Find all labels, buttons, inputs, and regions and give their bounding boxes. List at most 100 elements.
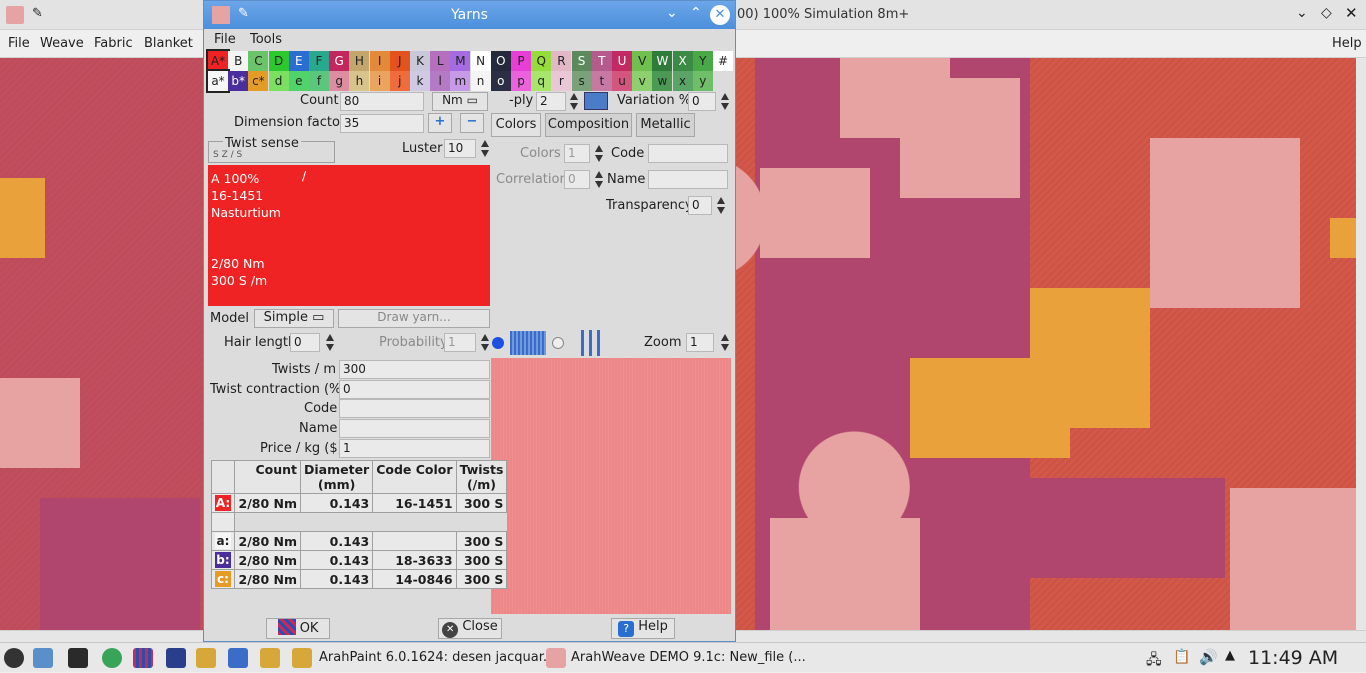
browser-icon[interactable]: [102, 648, 122, 668]
yarn-swatch-upper-7[interactable]: H: [349, 51, 370, 71]
probability-spinner[interactable]: [479, 333, 489, 352]
yarn-swatch-upper-17[interactable]: R: [551, 51, 572, 71]
variation-spinner[interactable]: [719, 92, 729, 111]
yarn-swatch-upper-20[interactable]: U: [612, 51, 632, 71]
yarn-swatch-lower-10[interactable]: k: [410, 71, 430, 91]
yarn-swatch-upper-9[interactable]: J: [389, 51, 410, 71]
yarn-swatch-upper-25[interactable]: #: [713, 51, 733, 71]
restore-icon[interactable]: ◇: [1321, 5, 1332, 21]
yarn-swatch-lower-5[interactable]: f: [309, 71, 329, 91]
pin-icon[interactable]: ✎: [32, 6, 43, 21]
dialog-minimize-icon[interactable]: ⌄: [666, 5, 678, 21]
yarn-swatch-upper-2[interactable]: C: [248, 51, 269, 71]
draw-yarn-button[interactable]: Draw yarn...: [338, 309, 490, 328]
colors-input[interactable]: 1: [564, 144, 590, 163]
yarn-swatch-upper-11[interactable]: L: [430, 51, 451, 71]
yarn-swatch-upper-6[interactable]: G: [329, 51, 350, 71]
yarn-swatch-upper-3[interactable]: D: [268, 51, 289, 71]
zoom-spinner[interactable]: [719, 333, 729, 352]
price-input[interactable]: 1: [339, 439, 490, 458]
clipboard-icon[interactable]: 📋: [1173, 649, 1190, 665]
transparency-spinner[interactable]: [715, 196, 725, 215]
yarn-swatch-lower-24[interactable]: y: [692, 71, 713, 91]
table-row[interactable]: b: 2/80 Nm 0.143 18-3633 300 S: [211, 550, 508, 570]
yarn-texture-icon[interactable]: [510, 331, 546, 355]
yarn-swatch-lower-15[interactable]: p: [511, 71, 531, 91]
network-icon[interactable]: 🖧: [1146, 649, 1162, 673]
view-round-radio-icon[interactable]: [492, 337, 504, 349]
yarn-swatch-lower-22[interactable]: w: [652, 71, 673, 91]
hair-length-spinner[interactable]: [324, 333, 334, 352]
model-select[interactable]: Simple ▭: [254, 309, 334, 328]
menu-file[interactable]: File: [8, 36, 30, 51]
tab-metallic[interactable]: Metallic: [636, 113, 695, 137]
colors-spinner[interactable]: [593, 144, 603, 163]
volume-icon[interactable]: 🔊: [1199, 648, 1218, 666]
yarn-swatch-lower-21[interactable]: v: [632, 71, 653, 91]
yarn-swatch-upper-15[interactable]: P: [511, 51, 531, 71]
twist-sense-options[interactable]: S Z / S: [213, 150, 242, 160]
transparency-input[interactable]: 0: [688, 196, 712, 215]
desktop-icon[interactable]: [33, 648, 53, 668]
yarn-swatch-upper-4[interactable]: E: [288, 51, 309, 71]
yarn-swatch-lower-0[interactable]: a*: [206, 69, 230, 93]
dialog-maximize-icon[interactable]: ⌃: [690, 5, 702, 21]
yarn-swatch-upper-14[interactable]: O: [490, 51, 511, 71]
app-icon-3[interactable]: [260, 648, 280, 668]
code-input[interactable]: [648, 144, 728, 163]
dialog-close-icon[interactable]: ✕: [710, 5, 730, 25]
app-icon-1[interactable]: [196, 648, 216, 668]
yarn-swatch-lower-23[interactable]: x: [672, 71, 693, 91]
tab-colors[interactable]: Colors: [491, 113, 541, 137]
luster-input[interactable]: 10: [444, 139, 476, 158]
yarn-swatch-lower-1[interactable]: b*: [228, 71, 249, 91]
yarn-swatch-upper-21[interactable]: V: [632, 51, 653, 71]
yarn-swatch-lower-18[interactable]: s: [571, 71, 592, 91]
yarn-swatch-upper-0[interactable]: A*: [206, 49, 230, 73]
yarn-swatch-upper-5[interactable]: F: [309, 51, 329, 71]
twist-contraction-input[interactable]: 0: [339, 380, 490, 399]
terminal-icon[interactable]: [68, 648, 88, 668]
count-input[interactable]: 80: [340, 92, 424, 111]
arahpaint-icon[interactable]: [292, 648, 312, 668]
correlation-input[interactable]: 0: [564, 170, 590, 189]
yarn-swatch-lower-13[interactable]: n: [470, 71, 491, 91]
arahweave-icon[interactable]: [133, 648, 153, 668]
luster-spinner[interactable]: [479, 139, 489, 158]
menu-fabric[interactable]: Fabric: [94, 36, 133, 51]
start-menu-icon[interactable]: [4, 648, 24, 668]
yarn-swatch-lower-20[interactable]: u: [612, 71, 632, 91]
ply-input[interactable]: 2: [536, 92, 566, 111]
name-input[interactable]: [648, 170, 728, 189]
probability-input[interactable]: 1: [444, 333, 476, 352]
yarn-swatch-lower-16[interactable]: q: [531, 71, 552, 91]
yarn-swatch-upper-1[interactable]: B: [228, 51, 249, 71]
yarn-swatch-lower-3[interactable]: d: [268, 71, 289, 91]
ok-button[interactable]: OK: [266, 618, 330, 639]
yarn-swatch-upper-10[interactable]: K: [410, 51, 430, 71]
yarn-swatch-upper-22[interactable]: W: [652, 51, 673, 71]
yarn-swatch-lower-9[interactable]: j: [389, 71, 410, 91]
close-icon[interactable]: ✕: [1345, 4, 1358, 22]
code2-input[interactable]: [339, 399, 490, 418]
yarn-swatch-upper-19[interactable]: T: [591, 51, 612, 71]
yarn-swatch-lower-14[interactable]: o: [490, 71, 511, 91]
yarn-swatch-lower-12[interactable]: m: [450, 71, 471, 91]
twists-input[interactable]: 300: [339, 360, 490, 379]
vertical-scrollbar[interactable]: [1356, 58, 1366, 630]
remove-yarn-icon[interactable]: −: [460, 113, 484, 133]
dimension-factor-input[interactable]: 35: [340, 114, 424, 133]
taskbar-task-arahpaint[interactable]: ArahPaint 6.0.1624: desen jacquar...: [319, 650, 555, 665]
table-row[interactable]: A: 2/80 Nm 0.143 16-1451 300 S: [211, 493, 508, 513]
menu-help[interactable]: Help: [1332, 36, 1362, 51]
correlation-spinner[interactable]: [593, 170, 603, 189]
yarn-swatch-upper-16[interactable]: Q: [531, 51, 552, 71]
dialog-menu-tools[interactable]: Tools: [250, 32, 282, 47]
yarn-swatch-lower-17[interactable]: r: [551, 71, 572, 91]
hair-length-input[interactable]: 0: [290, 333, 320, 352]
yarn-swatch-lower-4[interactable]: e: [288, 71, 309, 91]
yarn-swatch-upper-18[interactable]: S: [571, 51, 592, 71]
yarn-swatch-lower-19[interactable]: t: [591, 71, 612, 91]
app-icon-2[interactable]: [228, 648, 248, 668]
dialog-menu-file[interactable]: File: [214, 32, 236, 47]
